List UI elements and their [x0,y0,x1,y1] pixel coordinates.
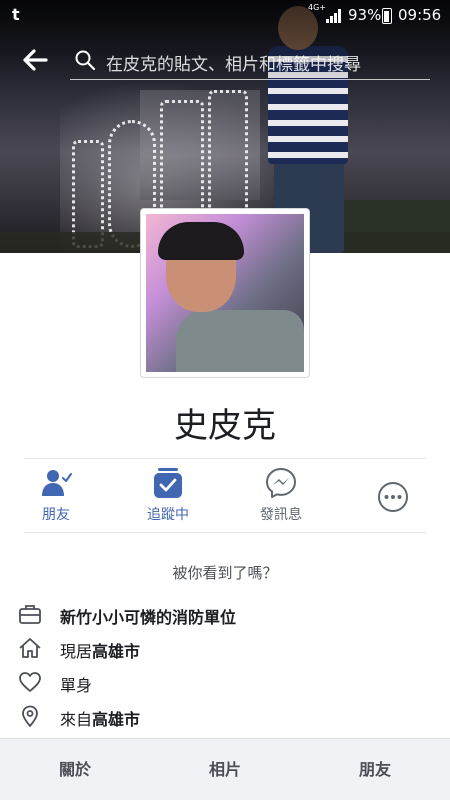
seen-prompt[interactable]: 被你看到了嗎？ [0,562,450,583]
info-relationship-text: 單身 [60,676,93,695]
profile-photo-shirt [176,310,304,372]
search-icon [75,50,96,71]
divider [24,458,426,459]
info-work-text: 新竹小小可憐的消防單位 [60,608,237,627]
location-pin-icon [22,705,38,727]
message-button[interactable]: 發訊息 [236,466,326,526]
profile-photo [146,214,304,372]
info-from[interactable]: 來自高雄市 [18,704,438,730]
search-input[interactable]: 在皮克的貼文、相片和標籤中搜尋 [70,42,430,80]
following-icon [154,468,182,498]
home-icon [19,638,41,658]
battery-icon [382,8,392,24]
info-work[interactable]: 新竹小小可憐的消防單位 [18,602,438,628]
info-relationship[interactable]: 單身 [18,670,438,696]
profile-name: 史皮克 [174,406,276,446]
search-placeholder: 在皮克的貼文、相片和標籤中搜尋 [106,55,361,75]
profile-picture[interactable] [140,208,310,378]
following-button[interactable]: 追蹤中 [123,466,213,526]
friends-button[interactable]: 朋友 [11,466,101,526]
tab-photos[interactable]: 相片 [150,739,300,800]
profile-photo-hair [158,222,244,260]
divider [24,532,426,533]
briefcase-icon [19,605,41,624]
tab-about[interactable]: 關於 [0,739,150,800]
more-button[interactable] [348,466,438,526]
info-lives-in[interactable]: 現居高雄市 [18,636,438,662]
profile-tabs: 關於 相片 朋友 [0,738,450,800]
tab-friends[interactable]: 朋友 [300,739,450,800]
signal-icon [326,9,341,23]
status-bar: t 4G+ 93% 09:56 [0,0,450,30]
info-from-text: 來自高雄市 [60,710,141,729]
message-label: 發訊息 [260,507,302,523]
friends-check-icon [42,470,72,496]
back-arrow-icon[interactable] [22,48,48,72]
friends-label: 朋友 [42,507,70,523]
following-label: 追蹤中 [147,507,189,523]
battery-percent: 93% [348,6,382,24]
network-type: 4G+ [308,3,326,12]
messenger-icon [266,468,296,498]
heart-icon [19,672,41,692]
more-icon [378,482,408,512]
info-lives-in-text: 現居高雄市 [60,642,141,661]
clock: 09:56 [398,6,442,24]
app-notification-icon: t [12,5,20,24]
